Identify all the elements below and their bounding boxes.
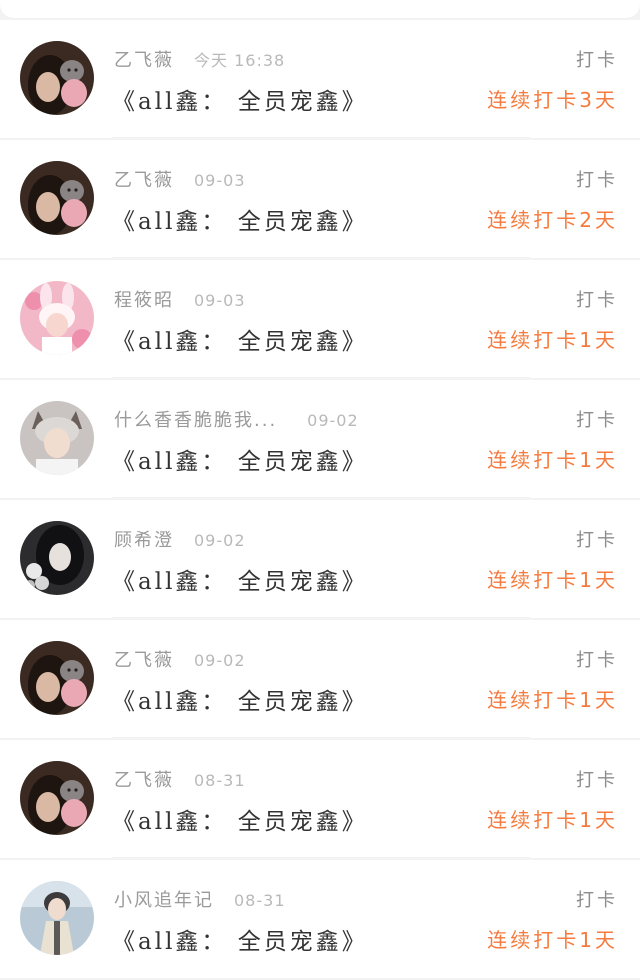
checkin-row[interactable]: 程筱昭 09-03 《all鑫： 全员宠鑫》 打卡 连续打卡1天 <box>0 260 640 378</box>
meta-line: 小风追年记 08-31 <box>114 886 286 912</box>
avatar[interactable] <box>20 281 94 355</box>
avatar[interactable] <box>20 761 94 835</box>
username-link[interactable]: 什么香香脆脆我... <box>114 410 277 431</box>
checkin-label: 打卡 <box>576 890 618 911</box>
checkin-label: 打卡 <box>576 770 618 791</box>
checkin-row[interactable]: 乙飞薇 09-03 《all鑫： 全员宠鑫》 打卡 连续打卡2天 <box>0 140 640 258</box>
avatar-dark-hair-flowers-icon <box>20 521 94 595</box>
avatar-brunette-with-plush-icon <box>20 41 94 115</box>
checkin-label: 打卡 <box>576 290 618 311</box>
streak-label: 连续打卡3天 <box>487 88 618 112</box>
row-divider <box>112 617 530 618</box>
row-divider <box>112 137 530 138</box>
checkin-label: 打卡 <box>576 410 618 431</box>
checkin-label: 打卡 <box>576 650 618 671</box>
avatar-brunette-with-plush-icon <box>20 161 94 235</box>
checkin-label: 打卡 <box>576 50 618 71</box>
checkin-row[interactable]: 小风追年记 08-31 《all鑫： 全员宠鑫》 打卡 连续打卡1天 <box>0 860 640 978</box>
username-link[interactable]: 顾希澄 <box>114 530 174 551</box>
row-divider <box>112 377 530 378</box>
book-title[interactable]: 《all鑫： 全员宠鑫》 <box>112 682 368 716</box>
meta-line: 顾希澄 09-02 <box>114 526 246 552</box>
streak-label: 连续打卡1天 <box>487 328 618 352</box>
avatar[interactable] <box>20 401 94 475</box>
row-divider <box>112 257 530 258</box>
username-link[interactable]: 程筱昭 <box>114 290 174 311</box>
avatar[interactable] <box>20 41 94 115</box>
avatar-brunette-with-plush-icon <box>20 641 94 715</box>
streak-label: 连续打卡1天 <box>487 808 618 832</box>
username-link[interactable]: 乙飞薇 <box>114 50 174 71</box>
username-link[interactable]: 小风追年记 <box>114 890 214 911</box>
meta-line: 乙飞薇 今天 16:38 <box>114 46 285 72</box>
avatar[interactable] <box>20 641 94 715</box>
checkin-row[interactable]: 乙飞薇 09-02 《all鑫： 全员宠鑫》 打卡 连续打卡1天 <box>0 620 640 738</box>
post-time: 09-03 <box>194 171 246 190</box>
post-time: 09-02 <box>194 651 246 670</box>
username-link[interactable]: 乙飞薇 <box>114 650 174 671</box>
avatar-boy-in-coat-icon <box>20 881 94 955</box>
avatar-pink-bunny-icon <box>20 281 94 355</box>
meta-line: 乙飞薇 09-02 <box>114 646 246 672</box>
checkin-label: 打卡 <box>576 170 618 191</box>
row-divider <box>112 857 530 858</box>
checkin-row[interactable]: 乙飞薇 今天 16:38 《all鑫： 全员宠鑫》 打卡 连续打卡3天 <box>0 20 640 138</box>
meta-line: 乙飞薇 09-03 <box>114 166 246 192</box>
meta-line: 乙飞薇 08-31 <box>114 766 246 792</box>
username-link[interactable]: 乙飞薇 <box>114 170 174 191</box>
row-divider <box>112 497 530 498</box>
avatar[interactable] <box>20 881 94 955</box>
top-card-edge <box>0 0 640 18</box>
avatar[interactable] <box>20 161 94 235</box>
checkin-row[interactable]: 什么香香脆脆我... 09-02 《all鑫： 全员宠鑫》 打卡 连续打卡1天 <box>0 380 640 498</box>
book-title[interactable]: 《all鑫： 全员宠鑫》 <box>112 802 368 836</box>
meta-line: 什么香香脆脆我... 09-02 <box>114 406 359 432</box>
checkin-row[interactable]: 顾希澄 09-02 《all鑫： 全员宠鑫》 打卡 连续打卡1天 <box>0 500 640 618</box>
book-title[interactable]: 《all鑫： 全员宠鑫》 <box>112 202 368 236</box>
streak-label: 连续打卡1天 <box>487 568 618 592</box>
meta-line: 程筱昭 09-03 <box>114 286 246 312</box>
post-time: 09-03 <box>194 291 246 310</box>
checkin-feed: 乙飞薇 今天 16:38 《all鑫： 全员宠鑫》 打卡 连续打卡3天 乙飞薇 09… <box>0 20 640 980</box>
username-link[interactable]: 乙飞薇 <box>114 770 174 791</box>
post-time: 09-02 <box>307 411 359 430</box>
post-time: 09-02 <box>194 531 246 550</box>
post-time: 08-31 <box>234 891 286 910</box>
avatar-cat-ears-boy-icon <box>20 401 94 475</box>
checkin-row[interactable]: 乙飞薇 08-31 《all鑫： 全员宠鑫》 打卡 连续打卡1天 <box>0 740 640 858</box>
book-title[interactable]: 《all鑫： 全员宠鑫》 <box>112 322 368 356</box>
checkin-label: 打卡 <box>576 530 618 551</box>
streak-label: 连续打卡2天 <box>487 208 618 232</box>
book-title[interactable]: 《all鑫： 全员宠鑫》 <box>112 442 368 476</box>
avatar[interactable] <box>20 521 94 595</box>
book-title[interactable]: 《all鑫： 全员宠鑫》 <box>112 82 368 116</box>
row-divider <box>112 737 530 738</box>
streak-label: 连续打卡1天 <box>487 448 618 472</box>
streak-label: 连续打卡1天 <box>487 688 618 712</box>
book-title[interactable]: 《all鑫： 全员宠鑫》 <box>112 922 368 956</box>
post-time: 08-31 <box>194 771 246 790</box>
post-time: 今天 16:38 <box>194 51 286 70</box>
streak-label: 连续打卡1天 <box>487 928 618 952</box>
book-title[interactable]: 《all鑫： 全员宠鑫》 <box>112 562 368 596</box>
avatar-brunette-with-plush-icon <box>20 761 94 835</box>
